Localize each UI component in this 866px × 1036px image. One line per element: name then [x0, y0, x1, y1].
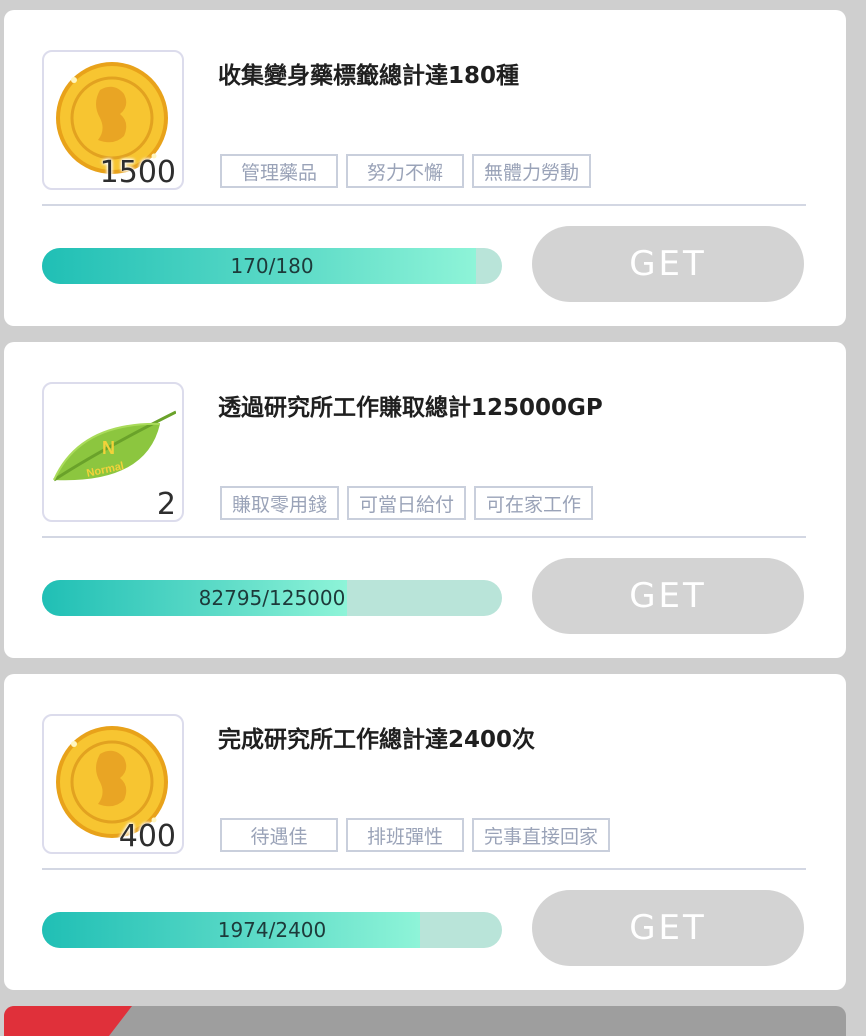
reward-count: 400 [118, 819, 176, 854]
tag-list: 賺取零用錢 可當日給付 可在家工作 [220, 486, 594, 520]
tag: 完事直接回家 [472, 818, 611, 852]
reward-box: 400 [42, 714, 184, 854]
progress-bar: 82795/125000 [42, 580, 502, 616]
mission-title: 透過研究所工作賺取總計125000GP [218, 395, 603, 421]
mission-title: 收集變身藥標籤總計達180種 [218, 63, 520, 89]
mission-title: 完成研究所工作總計達2400次 [218, 727, 536, 753]
tag: 賺取零用錢 [220, 486, 340, 520]
reward-count: 1500 [99, 155, 176, 190]
divider [42, 536, 806, 538]
svg-text:N: N [102, 438, 115, 458]
mission-card: 1500 收集變身藥標籤總計達180種 管理藥品 努力不懈 無體力勞動 170/… [4, 10, 846, 326]
tag: 排班彈性 [346, 818, 464, 852]
tag: 努力不懈 [346, 154, 464, 188]
ribbon-badge [4, 1006, 132, 1036]
divider [42, 204, 806, 206]
get-reward-button[interactable]: GET [532, 890, 804, 966]
tag: 管理藥品 [220, 154, 338, 188]
tag: 無體力勞動 [472, 154, 592, 188]
tag-list: 待遇佳 排班彈性 完事直接回家 [220, 818, 611, 852]
tag: 可當日給付 [347, 486, 467, 520]
divider [42, 868, 806, 870]
tag: 可在家工作 [474, 486, 594, 520]
progress-bar: 170/180 [42, 248, 502, 284]
tag-list: 管理藥品 努力不懈 無體力勞動 [220, 154, 592, 188]
progress-text: 1974/2400 [217, 918, 327, 942]
mission-card: N Normal 2 透過研究所工作賺取總計125000GP 賺取零用錢 可當日… [4, 342, 846, 658]
get-reward-button[interactable]: GET [532, 226, 804, 302]
reward-box: 1500 [42, 50, 184, 190]
get-reward-button[interactable]: GET [532, 558, 804, 634]
progress-text: 82795/125000 [198, 586, 346, 610]
next-mission-card-edge [4, 1006, 846, 1036]
reward-count: 2 [156, 487, 176, 522]
reward-box: N Normal 2 [42, 382, 184, 522]
mission-card: 400 完成研究所工作總計達2400次 待遇佳 排班彈性 完事直接回家 1974… [4, 674, 846, 990]
progress-bar: 1974/2400 [42, 912, 502, 948]
progress-text: 170/180 [230, 254, 314, 278]
tag: 待遇佳 [220, 818, 338, 852]
